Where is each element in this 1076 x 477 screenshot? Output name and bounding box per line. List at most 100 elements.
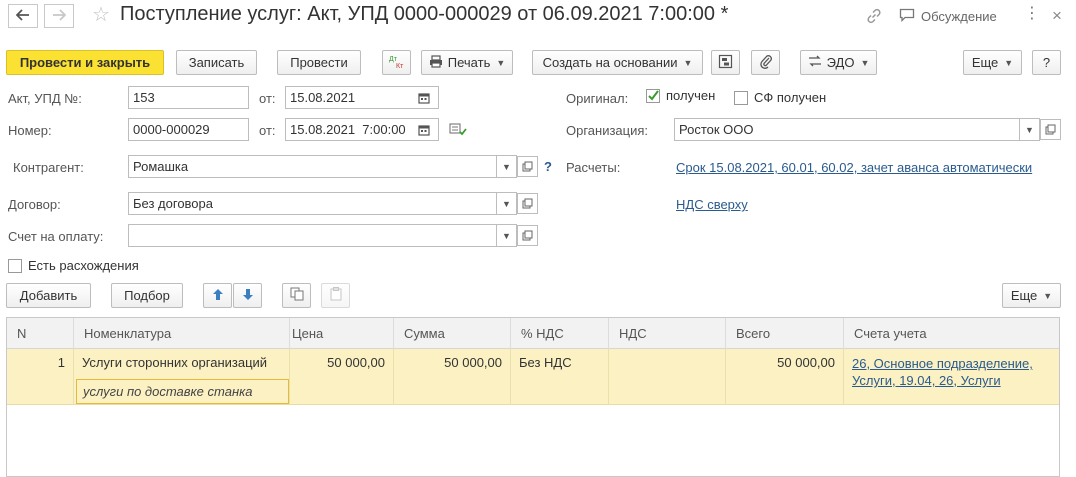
row-vat[interactable] (609, 349, 726, 405)
open-icon[interactable] (517, 156, 538, 177)
act-number-field[interactable]: 153 (128, 86, 249, 109)
printer-icon (429, 54, 443, 71)
history-icon[interactable] (449, 122, 467, 139)
move-down-button[interactable] (233, 283, 262, 308)
row-price[interactable]: 50 000,00 (290, 349, 394, 405)
edo-button[interactable]: ЭДО ▼ (800, 50, 877, 75)
settlements-link[interactable]: Срок 15.08.2021, 60.01, 60.02, зачет ава… (676, 160, 1032, 175)
paste-button[interactable] (321, 283, 350, 308)
row-accounts-link-line2[interactable]: Услуги, 19.04, 26, Услуги (852, 372, 1052, 389)
row-vat-rate[interactable]: Без НДС (511, 349, 609, 405)
chevron-down-icon: ▼ (1004, 57, 1014, 68)
copy-icon (290, 287, 304, 304)
column-header-total[interactable]: Всего (726, 318, 844, 349)
save-button[interactable]: Записать (176, 50, 257, 75)
back-button[interactable] (8, 4, 38, 28)
row-total[interactable]: 50 000,00 (726, 349, 844, 405)
column-header-sum[interactable]: Сумма (394, 318, 511, 349)
calendar-icon[interactable] (414, 119, 434, 140)
close-icon[interactable]: × (1052, 6, 1062, 26)
move-up-button[interactable] (203, 283, 232, 308)
print-label: Печать (447, 55, 491, 70)
create-based-on-button[interactable]: Создать на основании ▼ (532, 50, 703, 75)
contractor-label: Контрагент: (13, 160, 84, 175)
discussion-button[interactable]: Обсуждение (899, 8, 997, 25)
contract-label: Договор: (8, 197, 61, 212)
add-row-button[interactable]: Добавить (6, 283, 91, 308)
chevron-down-icon[interactable]: ▼ (497, 192, 517, 215)
goods-table: N Номенклатура Цена Сумма % НДС НДС Всег… (6, 317, 1060, 477)
act-date-field[interactable]: 15.08.2021 (285, 86, 439, 109)
column-header-n[interactable]: N (7, 318, 74, 349)
column-header-accounts[interactable]: Счета учета (844, 318, 1060, 349)
print-button[interactable]: Печать ▼ (421, 50, 513, 75)
discussion-label: Обсуждение (921, 9, 997, 24)
row-accounts-link-line1[interactable]: 26, Основное подразделение, (852, 355, 1052, 372)
number-date-value: 15.08.2021 7:00:00 (290, 122, 406, 137)
calendar-icon[interactable] (414, 87, 434, 108)
paperclip-icon (759, 54, 773, 72)
open-icon[interactable] (1040, 119, 1061, 140)
more-button[interactable]: Еще ▼ (963, 50, 1022, 75)
forward-button[interactable] (44, 4, 74, 28)
organization-label: Организация: (566, 123, 649, 138)
discrepancy-checkbox[interactable]: Есть расхождения (8, 258, 139, 273)
invoice-field[interactable] (128, 224, 497, 247)
dtkt-icon: Дт Кт (387, 53, 407, 72)
sf-received-checkbox[interactable]: СФ получен (734, 90, 826, 105)
column-header-vat[interactable]: НДС (609, 318, 726, 349)
number-label: Номер: (8, 123, 52, 138)
vat-link[interactable]: НДС сверху (676, 197, 748, 212)
row-item-name: Услуги сторонних организаций (82, 355, 268, 370)
more-label: Еще (971, 55, 999, 70)
chevron-down-icon[interactable]: ▼ (497, 224, 517, 247)
received-label: получен (666, 88, 716, 103)
favorite-star-icon[interactable]: ☆ (92, 2, 110, 27)
number-field[interactable]: 0000-000029 (128, 118, 249, 141)
row-accounts-cell[interactable]: 26, Основное подразделение, Услуги, 19.0… (844, 349, 1060, 405)
structure-button[interactable] (711, 50, 740, 75)
paste-icon (329, 287, 343, 304)
dtkt-button[interactable]: Дт Кт (382, 50, 411, 75)
chevron-down-icon[interactable]: ▼ (497, 155, 517, 178)
empty-checkbox-icon (734, 90, 748, 105)
post-and-close-button[interactable]: Провести и закрыть (6, 50, 164, 75)
help-button[interactable]: ? (1032, 50, 1061, 75)
contractor-field[interactable]: Ромашка (128, 155, 497, 178)
chevron-down-icon[interactable]: ▼ (1020, 118, 1040, 141)
svg-text:Кт: Кт (396, 63, 404, 69)
post-button[interactable]: Провести (277, 50, 361, 75)
column-header-item[interactable]: Номенклатура (74, 318, 290, 349)
discrepancy-label: Есть расхождения (28, 258, 139, 273)
table-header: N Номенклатура Цена Сумма % НДС НДС Всег… (7, 318, 1059, 349)
number-date-field[interactable]: 15.08.2021 7:00:00 (285, 118, 439, 141)
open-icon[interactable] (517, 225, 538, 246)
row-content-field[interactable]: услуги по доставке станка (76, 379, 289, 404)
help-question-icon[interactable]: ? (544, 159, 552, 174)
table-more-button[interactable]: Еще ▼ (1002, 283, 1061, 308)
link-icon[interactable] (866, 8, 882, 27)
sf-received-label: СФ получен (754, 90, 827, 105)
kebab-menu-icon[interactable]: ⋮ (1024, 6, 1040, 22)
create-based-label: Создать на основании (542, 55, 678, 70)
attachment-button[interactable] (751, 50, 780, 75)
open-icon[interactable] (517, 193, 538, 214)
table-more-label: Еще (1010, 288, 1038, 303)
row-sum[interactable]: 50 000,00 (394, 349, 511, 405)
checkmark-icon (646, 88, 660, 103)
column-header-price[interactable]: Цена (290, 318, 394, 349)
copy-button[interactable] (282, 283, 311, 308)
contract-field[interactable]: Без договора (128, 192, 497, 215)
number-date-from-label: от: (259, 123, 276, 138)
arrow-up-icon (212, 288, 224, 304)
select-button[interactable]: Подбор (111, 283, 183, 308)
organization-field[interactable]: Росток ООО (674, 118, 1020, 141)
invoice-label: Счет на оплату: (8, 229, 104, 244)
arrow-down-icon (242, 288, 254, 304)
received-checkbox[interactable]: получен (646, 88, 715, 103)
original-label: Оригинал: (566, 91, 629, 106)
svg-text:Дт: Дт (389, 56, 398, 63)
chat-icon (899, 8, 915, 25)
empty-checkbox-icon (8, 258, 22, 273)
column-header-vat-rate[interactable]: % НДС (511, 318, 609, 349)
